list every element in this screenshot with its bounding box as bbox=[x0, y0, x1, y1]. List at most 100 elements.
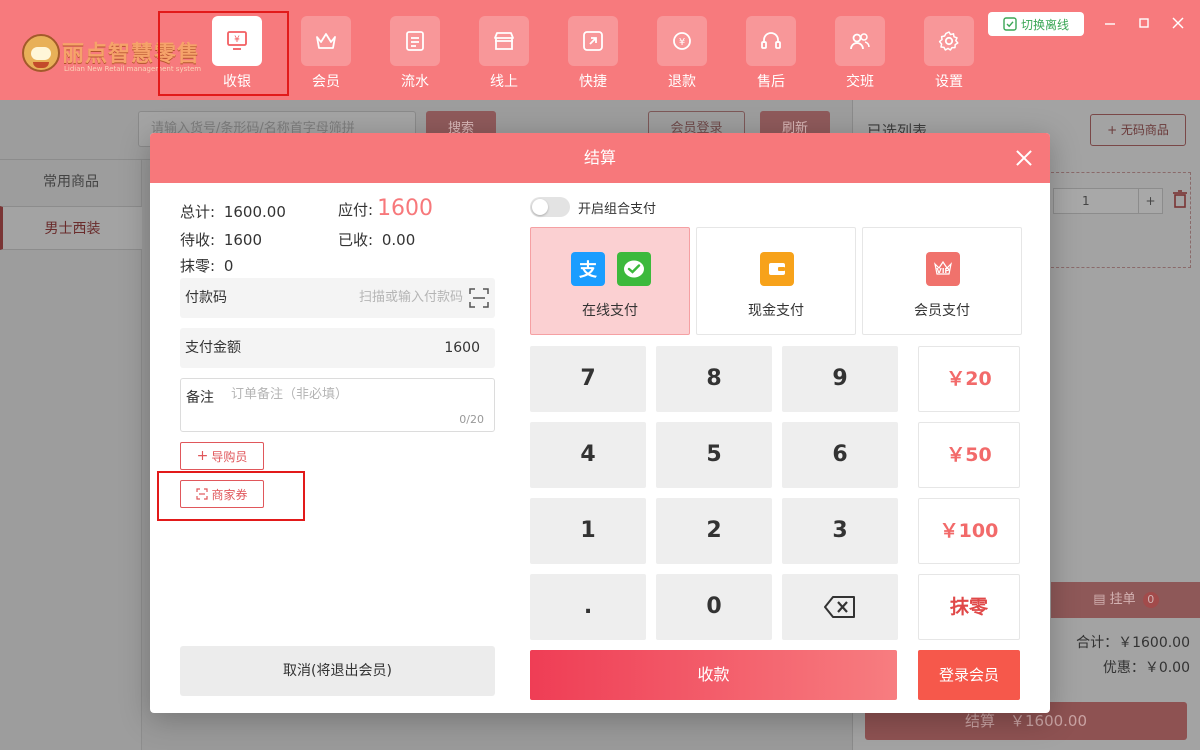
pay-amount-value: 1600 bbox=[444, 340, 480, 356]
window-close-icon[interactable] bbox=[1168, 16, 1188, 32]
headset-icon bbox=[746, 16, 796, 66]
ledger-icon bbox=[390, 16, 440, 66]
no-code-item-button[interactable]: + 无码商品 bbox=[1090, 114, 1186, 146]
collect-payment-button[interactable]: 收款 bbox=[530, 650, 897, 700]
summary-pending-value: 1600 bbox=[223, 231, 263, 249]
pay-method-cash[interactable]: 现金支付 bbox=[696, 227, 856, 335]
hold-order-button[interactable]: ▤ 挂单 0 bbox=[1051, 582, 1200, 618]
scan-icon[interactable] bbox=[469, 288, 489, 308]
round-off-button[interactable]: 抹零 bbox=[918, 574, 1020, 640]
minimize-icon[interactable] bbox=[1100, 16, 1120, 32]
cart-discount: 优惠：￥0.00 bbox=[1102, 660, 1190, 676]
keypad-0[interactable]: 0 bbox=[656, 574, 772, 640]
pay-method-member-label: 会员支付 bbox=[914, 303, 970, 319]
keypad-5[interactable]: 5 bbox=[656, 422, 772, 488]
add-guide-button[interactable]: + 导购员 bbox=[180, 442, 264, 470]
login-member-button[interactable]: 登录会员 bbox=[918, 650, 1020, 700]
handover-icon bbox=[835, 16, 885, 66]
pay-method-online[interactable]: 支 在线支付 bbox=[530, 227, 690, 335]
hold-count-badge: 0 bbox=[1142, 592, 1159, 608]
keypad-3[interactable]: 3 bbox=[782, 498, 898, 564]
keypad-4[interactable]: 4 bbox=[530, 422, 646, 488]
store-icon bbox=[479, 16, 529, 66]
remark-input[interactable] bbox=[231, 387, 481, 402]
hold-label: 挂单 bbox=[1109, 592, 1136, 607]
remark-label: 备注 bbox=[186, 390, 214, 406]
category-mens-suits[interactable]: 男士西装 bbox=[0, 206, 142, 250]
pay-amount-field[interactable]: 支付金额 1600 bbox=[180, 328, 495, 368]
top-nav-bar: 丽点智慧零售 Lidian New Retail management syst… bbox=[0, 0, 1200, 100]
nav-after-sales[interactable]: 售后 bbox=[741, 14, 801, 90]
svg-text:支: 支 bbox=[578, 259, 598, 281]
guide-button-label: 导购员 bbox=[211, 449, 248, 464]
hold-icon: ▤ bbox=[1093, 592, 1110, 607]
keypad-backspace[interactable] bbox=[782, 574, 898, 640]
coupon-highlight-box bbox=[157, 471, 305, 521]
offline-check-icon bbox=[1003, 17, 1017, 31]
svg-text:¥: ¥ bbox=[679, 37, 685, 48]
switch-offline-button[interactable]: 切换离线 bbox=[988, 12, 1084, 36]
nav-label: 会员 bbox=[312, 74, 340, 90]
switch-offline-label: 切换离线 bbox=[1020, 17, 1069, 32]
keypad-9[interactable]: 9 bbox=[782, 346, 898, 412]
cancel-exit-member-button[interactable]: 取消(将退出会员) bbox=[180, 646, 495, 696]
combo-payment-row: 开启组合支付 bbox=[530, 196, 656, 218]
summary-rounding: 抹零: 0 bbox=[180, 255, 233, 276]
category-common[interactable]: 常用商品 bbox=[0, 160, 142, 204]
category-sidebar: 常用商品 男士西装 bbox=[0, 160, 142, 750]
nav-label: 设置 bbox=[935, 74, 963, 90]
gear-icon bbox=[924, 16, 974, 66]
maximize-icon[interactable] bbox=[1134, 16, 1154, 32]
trash-icon[interactable] bbox=[1173, 190, 1187, 208]
summary-total: 总计: 1600.00 bbox=[180, 201, 286, 222]
combo-payment-toggle[interactable] bbox=[530, 197, 570, 217]
nav-online[interactable]: 线上 bbox=[474, 14, 534, 90]
keypad-6[interactable]: 6 bbox=[782, 422, 898, 488]
nav-settings[interactable]: 设置 bbox=[919, 14, 979, 90]
checkout-modal: 结算 总计: 1600.00 应付: 1600 待收: 1600 已收: 0.00… bbox=[150, 133, 1050, 713]
summary-rounding-label: 抹零: bbox=[180, 257, 216, 275]
summary-payable-value: 1600 bbox=[377, 196, 434, 221]
pay-code-placeholder: 扫描或输入付款码 bbox=[358, 290, 463, 305]
nav-shortcut[interactable]: 快捷 bbox=[563, 14, 623, 90]
summary-payable: 应付: 1600 bbox=[338, 196, 433, 221]
svg-text:VIP: VIP bbox=[936, 267, 949, 275]
pay-method-online-label: 在线支付 bbox=[582, 303, 638, 319]
keypad-8[interactable]: 8 bbox=[656, 346, 772, 412]
shortcut-icon bbox=[568, 16, 618, 66]
nav-refund[interactable]: ¥ 退款 bbox=[652, 14, 712, 90]
summary-total-value: 1600.00 bbox=[223, 203, 286, 221]
modal-title: 结算 bbox=[583, 148, 616, 167]
alipay-icon: 支 bbox=[571, 252, 605, 286]
quantity-stepper[interactable]: 1 + bbox=[1053, 188, 1163, 214]
plus-icon[interactable]: + bbox=[1138, 189, 1162, 213]
quick-amount-20[interactable]: ￥20 bbox=[918, 346, 1020, 412]
nav-cashier-highlight-box bbox=[158, 11, 289, 96]
keypad-decimal[interactable]: . bbox=[530, 574, 646, 640]
vip-icon: VIP bbox=[926, 252, 960, 286]
remark-field: 备注 0/20 bbox=[180, 378, 495, 432]
pay-code-field[interactable]: 付款码 扫描或输入付款码 bbox=[180, 278, 495, 318]
nav-label: 线上 bbox=[490, 74, 518, 90]
summary-pending: 待收: 1600 bbox=[180, 229, 262, 250]
pay-amount-label: 支付金额 bbox=[185, 340, 241, 356]
pay-code-label: 付款码 bbox=[185, 290, 227, 306]
wallet-icon bbox=[760, 252, 794, 286]
quick-amount-50[interactable]: ￥50 bbox=[918, 422, 1020, 488]
pay-method-cash-label: 现金支付 bbox=[748, 303, 804, 319]
cart-item-row bbox=[1051, 172, 1191, 268]
nav-member[interactable]: 会员 bbox=[296, 14, 356, 90]
close-icon[interactable] bbox=[1012, 146, 1036, 170]
summary-total-label: 总计: bbox=[180, 203, 216, 221]
keypad-1[interactable]: 1 bbox=[530, 498, 646, 564]
mascot-logo-icon bbox=[22, 34, 60, 72]
keypad-7[interactable]: 7 bbox=[530, 346, 646, 412]
backspace-icon bbox=[824, 596, 855, 618]
remark-char-count: 0/20 bbox=[459, 413, 484, 426]
nav-handover[interactable]: 交班 bbox=[830, 14, 890, 90]
pay-method-member[interactable]: VIP 会员支付 bbox=[862, 227, 1022, 335]
cart-total: 合计：￥1600.00 bbox=[1076, 635, 1190, 651]
nav-ledger[interactable]: 流水 bbox=[385, 14, 445, 90]
keypad-2[interactable]: 2 bbox=[656, 498, 772, 564]
quick-amount-100[interactable]: ￥100 bbox=[918, 498, 1020, 564]
